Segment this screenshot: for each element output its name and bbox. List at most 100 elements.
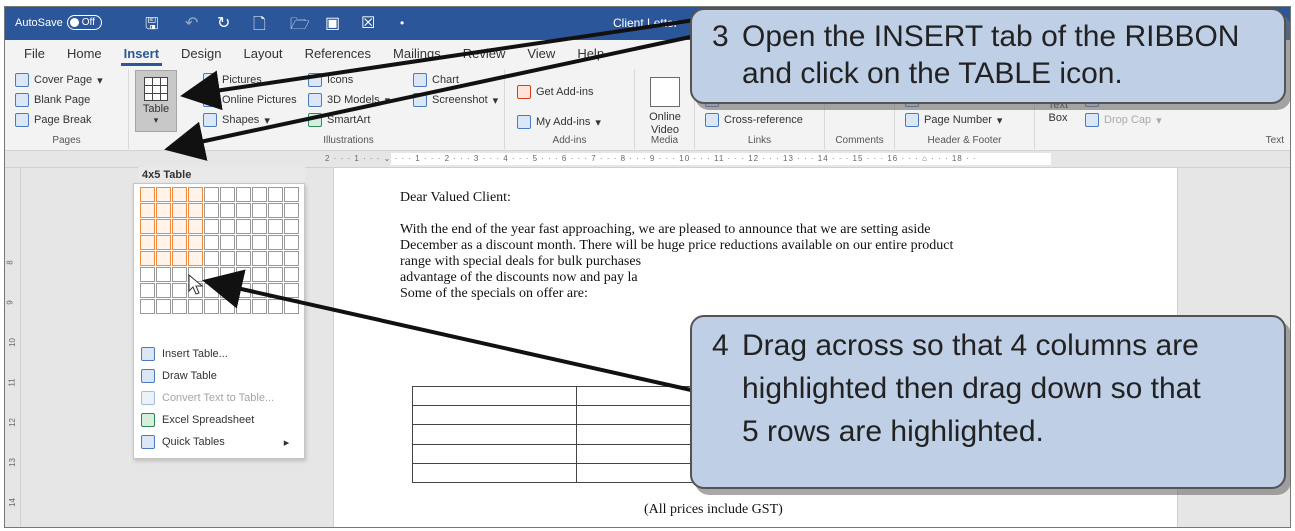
grid-cell[interactable] (236, 251, 251, 266)
convert-text-menu-item[interactable]: Convert Text to Table... (141, 391, 274, 405)
grid-cell[interactable] (172, 187, 187, 202)
grid-cell[interactable] (252, 235, 267, 250)
grid-cell[interactable] (156, 283, 171, 298)
icons-button[interactable]: Icons (308, 73, 353, 87)
online-video-button[interactable]: Online Video (645, 77, 685, 137)
grid-cell[interactable] (268, 203, 283, 218)
grid-cell[interactable] (140, 235, 155, 250)
grid-cell[interactable] (156, 251, 171, 266)
tab-insert[interactable]: Insert (113, 42, 170, 67)
cross-reference-button[interactable]: Cross-reference (705, 113, 803, 127)
grid-cell[interactable] (220, 267, 235, 282)
draw-table-menu-item[interactable]: Draw Table (141, 369, 217, 383)
chart-button[interactable]: Chart (413, 73, 459, 87)
blank-page-button[interactable]: Blank Page (15, 93, 90, 107)
grid-cell[interactable] (268, 267, 283, 282)
grid-cell[interactable] (284, 267, 299, 282)
grid-cell[interactable] (268, 187, 283, 202)
grid-cell[interactable] (252, 203, 267, 218)
grid-cell[interactable] (140, 267, 155, 282)
table-cell[interactable] (412, 405, 577, 426)
grid-cell[interactable] (220, 299, 235, 314)
quick-tables-menu-item[interactable]: Quick Tables ▸ (141, 435, 289, 449)
grid-cell[interactable] (204, 219, 219, 234)
grid-cell[interactable] (252, 283, 267, 298)
online-pictures-button[interactable]: Online Pictures (203, 93, 297, 107)
touch-mode-icon[interactable]: ☒ (361, 13, 375, 33)
tab-design[interactable]: Design (170, 42, 232, 67)
grid-cell[interactable] (140, 251, 155, 266)
grid-cell[interactable] (252, 299, 267, 314)
table-cell[interactable] (412, 385, 577, 407)
grid-cell[interactable] (284, 299, 299, 314)
cover-page-button[interactable]: Cover Page ▾ (15, 73, 103, 87)
drop-cap-button[interactable]: Drop Cap ▾ (1085, 113, 1162, 127)
page-number-button[interactable]: Page Number ▾ (905, 113, 1002, 127)
customize-qat-icon[interactable]: • (400, 16, 404, 30)
grid-cell[interactable] (236, 219, 251, 234)
table-cell[interactable] (412, 424, 577, 445)
grid-cell[interactable] (188, 203, 203, 218)
grid-cell[interactable] (140, 203, 155, 218)
grid-cell[interactable] (140, 187, 155, 202)
grid-cell[interactable] (284, 283, 299, 298)
grid-cell[interactable] (172, 235, 187, 250)
grid-cell[interactable] (204, 235, 219, 250)
save-icon[interactable]: 🖫 (145, 13, 159, 40)
tab-home[interactable]: Home (56, 42, 113, 67)
grid-cell[interactable] (236, 283, 251, 298)
grid-cell[interactable] (220, 251, 235, 266)
grid-cell[interactable] (140, 283, 155, 298)
grid-cell[interactable] (156, 267, 171, 282)
grid-cell[interactable] (204, 299, 219, 314)
grid-cell[interactable] (204, 283, 219, 298)
grid-cell[interactable] (172, 299, 187, 314)
grid-cell[interactable] (204, 187, 219, 202)
grid-cell[interactable] (188, 299, 203, 314)
pictures-button[interactable]: Pictures (203, 73, 262, 87)
grid-cell[interactable] (236, 203, 251, 218)
new-document-icon[interactable]: 🗋 (253, 13, 266, 40)
grid-cell[interactable] (204, 267, 219, 282)
grid-cell[interactable] (252, 219, 267, 234)
grid-cell[interactable] (236, 299, 251, 314)
horizontal-ruler[interactable]: 2 · · · 1 · · · ⌄ · · · 1 · · · 2 · · · … (5, 151, 1290, 168)
open-icon[interactable]: 🗁 (290, 13, 310, 40)
grid-cell[interactable] (140, 219, 155, 234)
grid-cell[interactable] (220, 283, 235, 298)
table-cell[interactable] (412, 462, 577, 484)
grid-cell[interactable] (172, 251, 187, 266)
tab-file[interactable]: File (13, 42, 56, 67)
grid-cell[interactable] (188, 219, 203, 234)
autosave-toggle[interactable]: Off (66, 15, 102, 30)
insert-table-menu-item[interactable]: Insert Table... (141, 347, 228, 361)
grid-cell[interactable] (268, 251, 283, 266)
table-cell[interactable] (412, 443, 577, 464)
tab-review[interactable]: Review (452, 42, 517, 67)
get-addins-button[interactable]: Get Add-ins (517, 85, 593, 99)
my-addins-button[interactable]: My Add-ins ▾ (517, 115, 601, 129)
grid-cell[interactable] (236, 235, 251, 250)
grid-cell[interactable] (156, 203, 171, 218)
grid-cell[interactable] (156, 299, 171, 314)
grid-cell[interactable] (188, 235, 203, 250)
tab-references[interactable]: References (294, 42, 382, 67)
tab-mailings[interactable]: Mailings (382, 42, 452, 67)
grid-cell[interactable] (236, 267, 251, 282)
undo-icon[interactable]: ↶ (185, 13, 198, 33)
grid-cell[interactable] (268, 299, 283, 314)
grid-cell[interactable] (204, 203, 219, 218)
grid-cell[interactable] (284, 219, 299, 234)
table-button[interactable]: Table ▾ (135, 70, 177, 132)
print-preview-icon[interactable]: ▣ (325, 13, 340, 33)
grid-cell[interactable] (220, 235, 235, 250)
vertical-ruler[interactable]: 8 9 10 11 12 13 14 (5, 168, 21, 527)
grid-cell[interactable] (236, 187, 251, 202)
grid-cell[interactable] (268, 283, 283, 298)
grid-cell[interactable] (220, 203, 235, 218)
grid-cell[interactable] (172, 283, 187, 298)
screenshot-button[interactable]: Screenshot ▾ (413, 93, 498, 107)
grid-cell[interactable] (204, 251, 219, 266)
3d-models-button[interactable]: 3D Models ▾ (308, 93, 390, 107)
grid-cell[interactable] (156, 219, 171, 234)
